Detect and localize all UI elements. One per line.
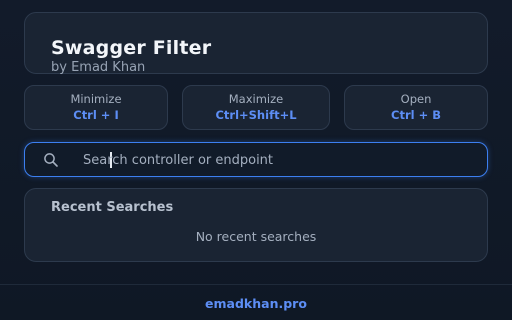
app-title: Swagger Filter <box>51 37 212 59</box>
shortcut-open[interactable]: Open Ctrl + B <box>344 85 488 130</box>
shortcut-maximize-label: Maximize <box>228 92 284 106</box>
header-card: Swagger Filter by Emad Khan <box>24 12 488 75</box>
footer-website-link[interactable]: emadkhan.pro <box>0 296 512 311</box>
shortcut-maximize-keys: Ctrl+Shift+L <box>215 108 297 122</box>
shortcut-open-label: Open <box>400 92 432 106</box>
search-icon <box>44 153 58 167</box>
shortcut-minimize-keys: Ctrl + I <box>73 108 119 122</box>
shortcut-minimize-label: Minimize <box>70 92 122 106</box>
search-input[interactable] <box>83 149 473 171</box>
popup-window: Swagger Filter by Emad Khan Minimize Ctr… <box>0 0 512 320</box>
search-box[interactable] <box>24 142 488 177</box>
recent-searches-empty: No recent searches <box>195 229 317 244</box>
recent-searches-panel: Recent Searches No recent searches <box>24 188 488 262</box>
app-author: by Emad Khan <box>51 60 146 75</box>
footer-divider <box>0 284 512 285</box>
shortcut-open-keys: Ctrl + B <box>391 108 441 122</box>
recent-searches-title: Recent Searches <box>51 200 174 215</box>
shortcut-minimize[interactable]: Minimize Ctrl + I <box>24 85 168 130</box>
shortcut-maximize[interactable]: Maximize Ctrl+Shift+L <box>182 85 330 130</box>
